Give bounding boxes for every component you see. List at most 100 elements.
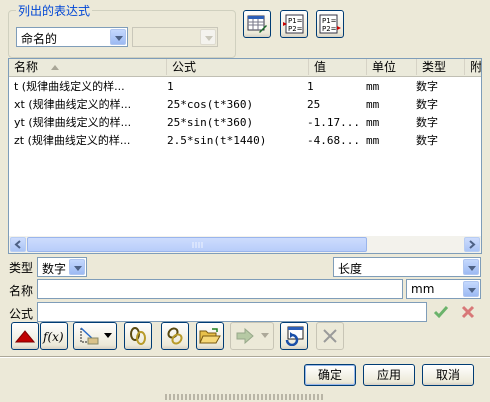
cell-type: 数字 — [416, 116, 438, 129]
svg-text:f(x): f(x) — [42, 330, 64, 344]
table-header: 名称 公式 值 单位 类型 附 — [9, 59, 481, 77]
arrow-insert-icon — [236, 327, 254, 345]
open-file-button[interactable] — [196, 322, 224, 350]
listed-expressions-title: 列出的表达式 — [16, 2, 93, 19]
scroll-thumb[interactable] — [27, 237, 367, 252]
type-combo-value: 数字 — [42, 262, 67, 276]
update-external-button[interactable] — [280, 322, 308, 350]
delete-button[interactable] — [316, 322, 344, 350]
function-fx-icon: f(x) — [42, 330, 64, 344]
link-expression-button[interactable] — [161, 322, 189, 350]
accept-edit-button[interactable] — [430, 302, 452, 322]
p1-p2-export-icon: P1= P2= — [319, 14, 341, 34]
cell-unit: mm — [366, 116, 380, 129]
chevron-down-icon[interactable] — [463, 281, 479, 297]
window-refresh-icon — [285, 326, 304, 346]
chevron-down-icon[interactable] — [110, 29, 126, 45]
chevron-down-icon[interactable] — [463, 259, 479, 275]
cell-formula: 25*cos(t*360) — [167, 98, 254, 111]
cell-formula: 2.5*sin(t*1440) — [167, 134, 267, 147]
cell-name: yt (规律曲线定义的样... — [14, 116, 132, 129]
resize-grip[interactable] — [165, 394, 325, 400]
cell-unit: mm — [366, 134, 380, 147]
column-header-name[interactable]: 名称 — [9, 59, 167, 75]
chevron-down-icon[interactable] — [200, 29, 216, 45]
delete-x-icon — [323, 329, 337, 343]
cell-type: 数字 — [416, 80, 438, 93]
table-row[interactable]: zt (规律曲线定义的样... 2.5*sin(t*1440) -4.68...… — [9, 132, 481, 150]
svg-text:P2=: P2= — [322, 25, 337, 33]
spreadsheet-edit-button[interactable] — [243, 10, 271, 38]
svg-text:P1=: P1= — [322, 17, 337, 25]
scroll-left-button[interactable] — [10, 237, 26, 252]
apply-button[interactable]: 应用 — [363, 364, 415, 386]
ok-button[interactable]: 确定 — [304, 364, 356, 386]
cell-name: zt (规律曲线定义的样... — [14, 134, 131, 147]
folder-open-icon — [199, 328, 221, 344]
column-header-name-label: 名称 — [14, 60, 39, 74]
cell-value: 25 — [307, 98, 321, 111]
triangle-up-icon — [15, 330, 35, 343]
cell-name: xt (规律曲线定义的样... — [14, 98, 132, 111]
secondary-filter-combo[interactable] — [132, 27, 218, 47]
dropdown-arrow-icon — [104, 333, 112, 338]
cell-type: 数字 — [416, 134, 438, 147]
dimension-combo[interactable]: 长度 — [333, 257, 481, 277]
table-row[interactable]: xt (规律曲线定义的样... 25*cos(t*360) 25 mm 数字 — [9, 96, 481, 114]
svg-text:P1=: P1= — [288, 17, 303, 25]
cell-value: -1.17... — [307, 116, 360, 129]
cell-value: -4.68... — [307, 134, 360, 147]
cell-type: 数字 — [416, 98, 438, 111]
svg-text:P2=: P2= — [288, 25, 303, 33]
reference-link-button[interactable] — [124, 322, 152, 350]
dropdown-arrow-icon — [261, 333, 269, 338]
formula-label: 公式 — [9, 307, 34, 321]
chevron-down-icon[interactable] — [69, 259, 85, 275]
table-row[interactable]: t (规律曲线定义的样... 1 1 mm 数字 — [9, 78, 481, 96]
export-expressions-button[interactable]: P1= P2= — [316, 10, 344, 38]
unit-combo[interactable]: mm — [406, 279, 481, 299]
cell-unit: mm — [366, 80, 380, 93]
checkmark-icon — [433, 306, 449, 319]
cell-unit: mm — [366, 98, 380, 111]
column-header-unit[interactable]: 单位 — [367, 59, 417, 75]
dimension-combo-value: 长度 — [338, 262, 363, 276]
cancel-button[interactable]: 取消 — [422, 364, 474, 386]
grip-icon — [192, 242, 203, 248]
cell-formula: 1 — [167, 80, 174, 93]
arrow-right-icon — [469, 240, 476, 249]
type-label: 类型 — [9, 261, 34, 275]
column-header-formula[interactable]: 公式 — [167, 59, 309, 75]
p1-p2-import-icon: P1= P2= — [283, 14, 304, 34]
reject-edit-button[interactable] — [457, 302, 479, 322]
cell-name: t (规律曲线定义的样... — [14, 80, 125, 93]
function-button[interactable]: f(x) — [40, 322, 68, 350]
column-header-extra[interactable]: 附 — [465, 59, 481, 75]
cell-value: 1 — [307, 80, 314, 93]
name-label: 名称 — [9, 284, 34, 298]
column-header-value[interactable]: 值 — [309, 59, 367, 75]
insert-button[interactable] — [230, 322, 274, 350]
filter-combo[interactable]: 命名的 — [16, 27, 128, 47]
formula-input[interactable] — [37, 302, 427, 322]
horizontal-scrollbar[interactable] — [9, 236, 481, 253]
measure-button[interactable] — [73, 322, 117, 350]
unit-combo-value: mm — [411, 282, 435, 296]
scroll-right-button[interactable] — [464, 237, 480, 252]
filter-combo-value: 命名的 — [21, 32, 58, 46]
link-icon — [167, 327, 183, 345]
import-expressions-button[interactable]: P1= P2= — [280, 10, 308, 38]
arrow-left-icon — [14, 240, 21, 249]
measure-icon — [80, 327, 99, 345]
cross-icon — [461, 305, 475, 319]
spreadsheet-icon — [247, 15, 267, 33]
cell-formula: 25*sin(t*360) — [167, 116, 254, 129]
expressions-table[interactable]: 名称 公式 值 单位 类型 附 t (规律曲线定义的样... 1 1 mm 数字… — [8, 58, 482, 254]
sort-ascending-icon — [50, 65, 59, 70]
table-row[interactable]: yt (规律曲线定义的样... 25*sin(t*360) -1.17... m… — [9, 114, 481, 132]
column-header-type[interactable]: 类型 — [417, 59, 465, 75]
name-input[interactable] — [37, 279, 403, 299]
type-combo[interactable]: 数字 — [37, 257, 87, 277]
collapse-button[interactable] — [11, 322, 39, 350]
divider — [0, 356, 490, 358]
